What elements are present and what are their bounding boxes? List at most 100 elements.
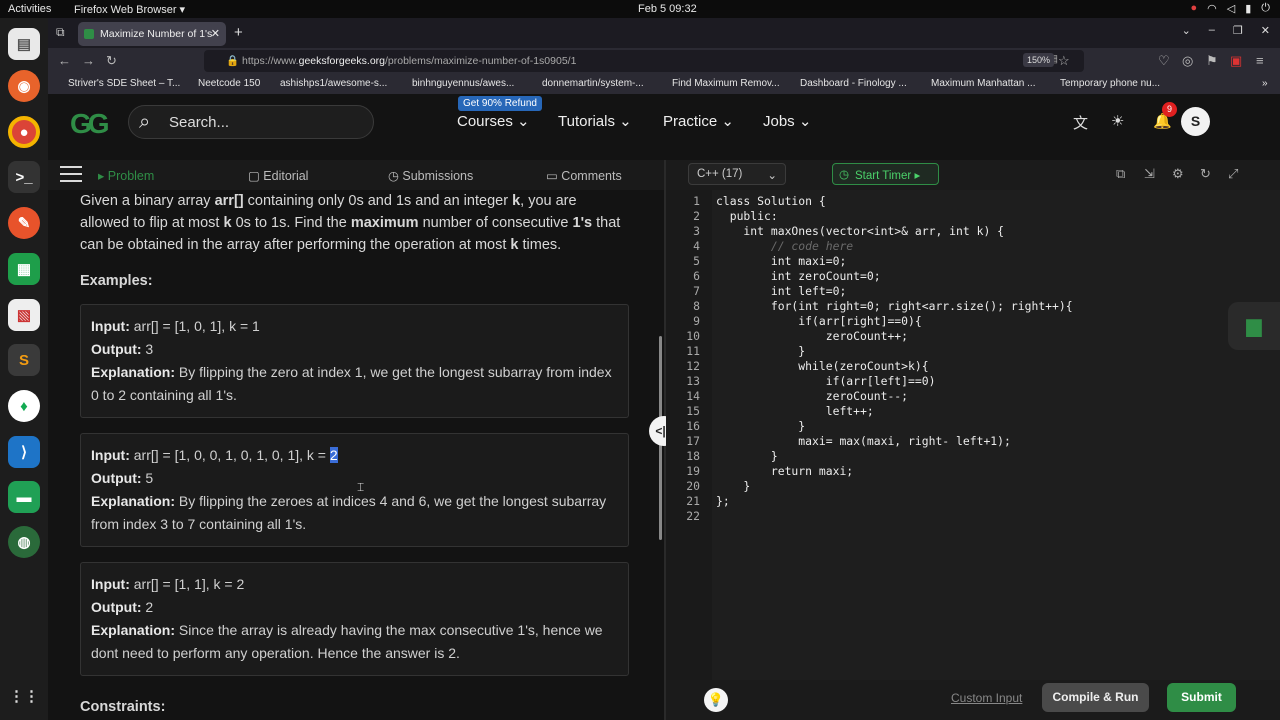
minimize-icon[interactable]: – xyxy=(1209,24,1215,37)
system-clock[interactable]: Feb 5 09:32 xyxy=(638,3,697,15)
tab-problem[interactable]: ▸ Problem xyxy=(98,168,154,183)
tab-list-icon[interactable]: ⌄ xyxy=(1182,24,1191,37)
label: Explanation: xyxy=(91,622,176,638)
wifi-icon: ◠ xyxy=(1207,3,1217,15)
bookmark-item[interactable]: donnemartin/system-... xyxy=(542,78,644,89)
example-box-2: Input: arr[] = [1, 0, 0, 1, 0, 1, 0, 1],… xyxy=(80,433,629,547)
chat-icon[interactable]: ▆ xyxy=(1228,302,1280,350)
language-select[interactable]: C++ (17) ⌄ xyxy=(688,163,786,185)
tab-maximize-number[interactable]: Maximize Number of 1's ✕ xyxy=(78,22,226,46)
close-window-icon[interactable]: ✕ xyxy=(1261,24,1270,37)
theme-toggle-icon[interactable]: ☀ xyxy=(1111,112,1124,130)
reload-icon[interactable]: ↻ xyxy=(106,53,117,69)
bookmark-item[interactable]: Find Maximum Remov... xyxy=(672,78,780,89)
code-line: while(zeroCount>k){ xyxy=(716,359,929,373)
export-icon[interactable]: ⇲ xyxy=(1144,166,1155,182)
chat-app-icon[interactable]: ▬ xyxy=(8,481,40,513)
menu-tutorials[interactable]: Tutorials ⌄ xyxy=(558,112,632,130)
fullscreen-icon[interactable]: ⤢ xyxy=(1228,166,1238,182)
extension-badge-icon[interactable]: ▣ xyxy=(1230,53,1242,69)
copy-icon[interactable]: ⧉ xyxy=(1116,166,1125,182)
code-line: for(int right=0; right<arr.size(); right… xyxy=(716,299,1073,313)
forward-icon[interactable]: → xyxy=(82,53,95,68)
value: arr[] = [1, 1], k = 2 xyxy=(133,576,245,592)
gfg-logo[interactable]: GG xyxy=(70,108,110,140)
firefox-app-icon[interactable]: ◉ xyxy=(8,70,40,102)
tab-submissions[interactable]: ◷ Submissions xyxy=(388,168,473,183)
menu-label: Practice xyxy=(663,113,718,130)
sublime-app-icon[interactable]: S xyxy=(8,344,40,376)
settings-icon[interactable]: ⚙ xyxy=(1172,166,1184,182)
search-placeholder: Search... xyxy=(169,114,230,131)
draw-app-icon[interactable]: ✎ xyxy=(8,207,40,239)
maximize-icon[interactable]: ❐ xyxy=(1233,24,1243,37)
vscode-app-icon[interactable]: ⟩ xyxy=(8,436,40,468)
bookmark-item[interactable]: Maximum Manhattan ... xyxy=(931,78,1035,89)
window-controls: ⌄ – ❐ ✕ xyxy=(1182,24,1270,37)
close-tab-icon[interactable]: ✕ xyxy=(211,27,220,40)
avatar[interactable]: S xyxy=(1181,107,1210,136)
new-tab-icon[interactable]: + xyxy=(234,24,243,41)
system-top-bar: Activities Firefox Web Browser ▾ Feb 5 0… xyxy=(0,0,1280,18)
tab-editorial[interactable]: ▢ Editorial xyxy=(248,168,308,183)
pocket-icon[interactable]: ♡ xyxy=(1158,53,1170,69)
menu-icon[interactable]: ≡ xyxy=(1256,53,1264,68)
account-icon[interactable]: ◎ xyxy=(1182,53,1193,69)
reset-icon[interactable]: ↻ xyxy=(1200,166,1211,182)
tab-label: Editorial xyxy=(263,169,309,183)
files-app-icon[interactable]: ▤ xyxy=(8,28,40,60)
more-bookmarks-icon[interactable]: » xyxy=(1262,78,1268,89)
bookmark-item[interactable]: Dashboard - Finology ... xyxy=(800,78,907,89)
app-menu[interactable]: Firefox Web Browser ▾ xyxy=(74,3,185,16)
back-icon[interactable]: ← xyxy=(58,53,71,68)
tab-comments[interactable]: ▭ Comments xyxy=(546,168,622,183)
bookmark-star-icon[interactable]: ☆ xyxy=(1058,53,1070,69)
screen: Activities Firefox Web Browser ▾ Feb 5 0… xyxy=(0,0,1280,720)
code-editor[interactable]: 1 2 3 4 5 6 7 8 9 10 11 12 13 14 15 16 17 18 19 20 21 22 clas… xyxy=(666,190,1280,680)
text-bold: arr[] xyxy=(214,193,244,209)
lightbulb-icon[interactable]: 💡 xyxy=(704,688,728,712)
example-explanation: Explanation: By flipping the zero at ind… xyxy=(91,361,618,407)
app-grid-icon[interactable]: ⋮⋮ xyxy=(8,680,40,712)
menu-jobs[interactable]: Jobs ⌄ xyxy=(763,112,811,130)
code-line: } xyxy=(716,419,806,433)
terminal-app-icon[interactable]: >_ xyxy=(8,161,40,193)
menu-practice[interactable]: Practice ⌄ xyxy=(663,112,734,130)
activities-button[interactable]: Activities xyxy=(8,3,51,15)
compile-run-button[interactable]: Compile & Run xyxy=(1042,683,1149,712)
bookmarks-bar: Striver's SDE Sheet – T... Neetcode 150 … xyxy=(48,74,1280,94)
url-bar[interactable]: 🔒 https://www.geeksforgeeks.org/problems… xyxy=(204,50,1084,72)
bookmark-item[interactable]: Neetcode 150 xyxy=(198,78,260,89)
tab-label: Problem xyxy=(107,169,155,183)
editor-actions: 💡 Custom Input Compile & Run Submit xyxy=(666,680,1280,720)
chrome-app-icon[interactable]: ● xyxy=(8,116,40,148)
line-number: 22 xyxy=(686,509,700,523)
line-number: 12 xyxy=(686,359,700,373)
refund-badge[interactable]: Get 90% Refund xyxy=(458,96,542,111)
viewer-app-icon[interactable]: ▧ xyxy=(8,299,40,331)
line-number: 8 xyxy=(693,299,700,313)
line-number: 4 xyxy=(693,239,700,253)
submit-button[interactable]: Submit xyxy=(1167,683,1236,712)
text-bold: k xyxy=(510,237,519,253)
url-host: geeksforgeeks.org xyxy=(298,55,385,67)
gfg-favicon-icon xyxy=(84,29,94,39)
tab-overview-icon[interactable]: ⧉ xyxy=(56,25,65,40)
constraints-heading: Constraints: xyxy=(80,699,166,715)
bookmark-item[interactable]: binhnguyennus/awes... xyxy=(412,78,514,89)
extensions-icon[interactable]: ⚑ xyxy=(1206,53,1218,69)
bookmark-item[interactable]: Temporary phone nu... xyxy=(1060,78,1160,89)
bookmark-item[interactable]: ashishps1/awesome-s... xyxy=(280,78,387,89)
hamburger-icon[interactable] xyxy=(60,166,82,184)
spreadsheet-app-icon[interactable]: ▦ xyxy=(8,253,40,285)
menu-courses[interactable]: Courses ⌄ xyxy=(457,112,530,130)
zoom-level[interactable]: 150% xyxy=(1023,53,1055,67)
system-tray[interactable]: ● ◠ ◁ ▮ ⏻ xyxy=(1191,2,1271,15)
search-input[interactable]: ⌕ Search... xyxy=(128,105,374,139)
custom-input-link[interactable]: Custom Input xyxy=(951,691,1022,705)
translate-icon[interactable]: 文 xyxy=(1073,112,1088,133)
start-timer-button[interactable]: ◷ Start Timer ▸ xyxy=(832,163,939,185)
mongodb-app-icon[interactable]: ♦ xyxy=(8,390,40,422)
bookmark-item[interactable]: Striver's SDE Sheet – T... xyxy=(68,78,180,89)
globe-app-icon[interactable]: ◍ xyxy=(8,526,40,558)
